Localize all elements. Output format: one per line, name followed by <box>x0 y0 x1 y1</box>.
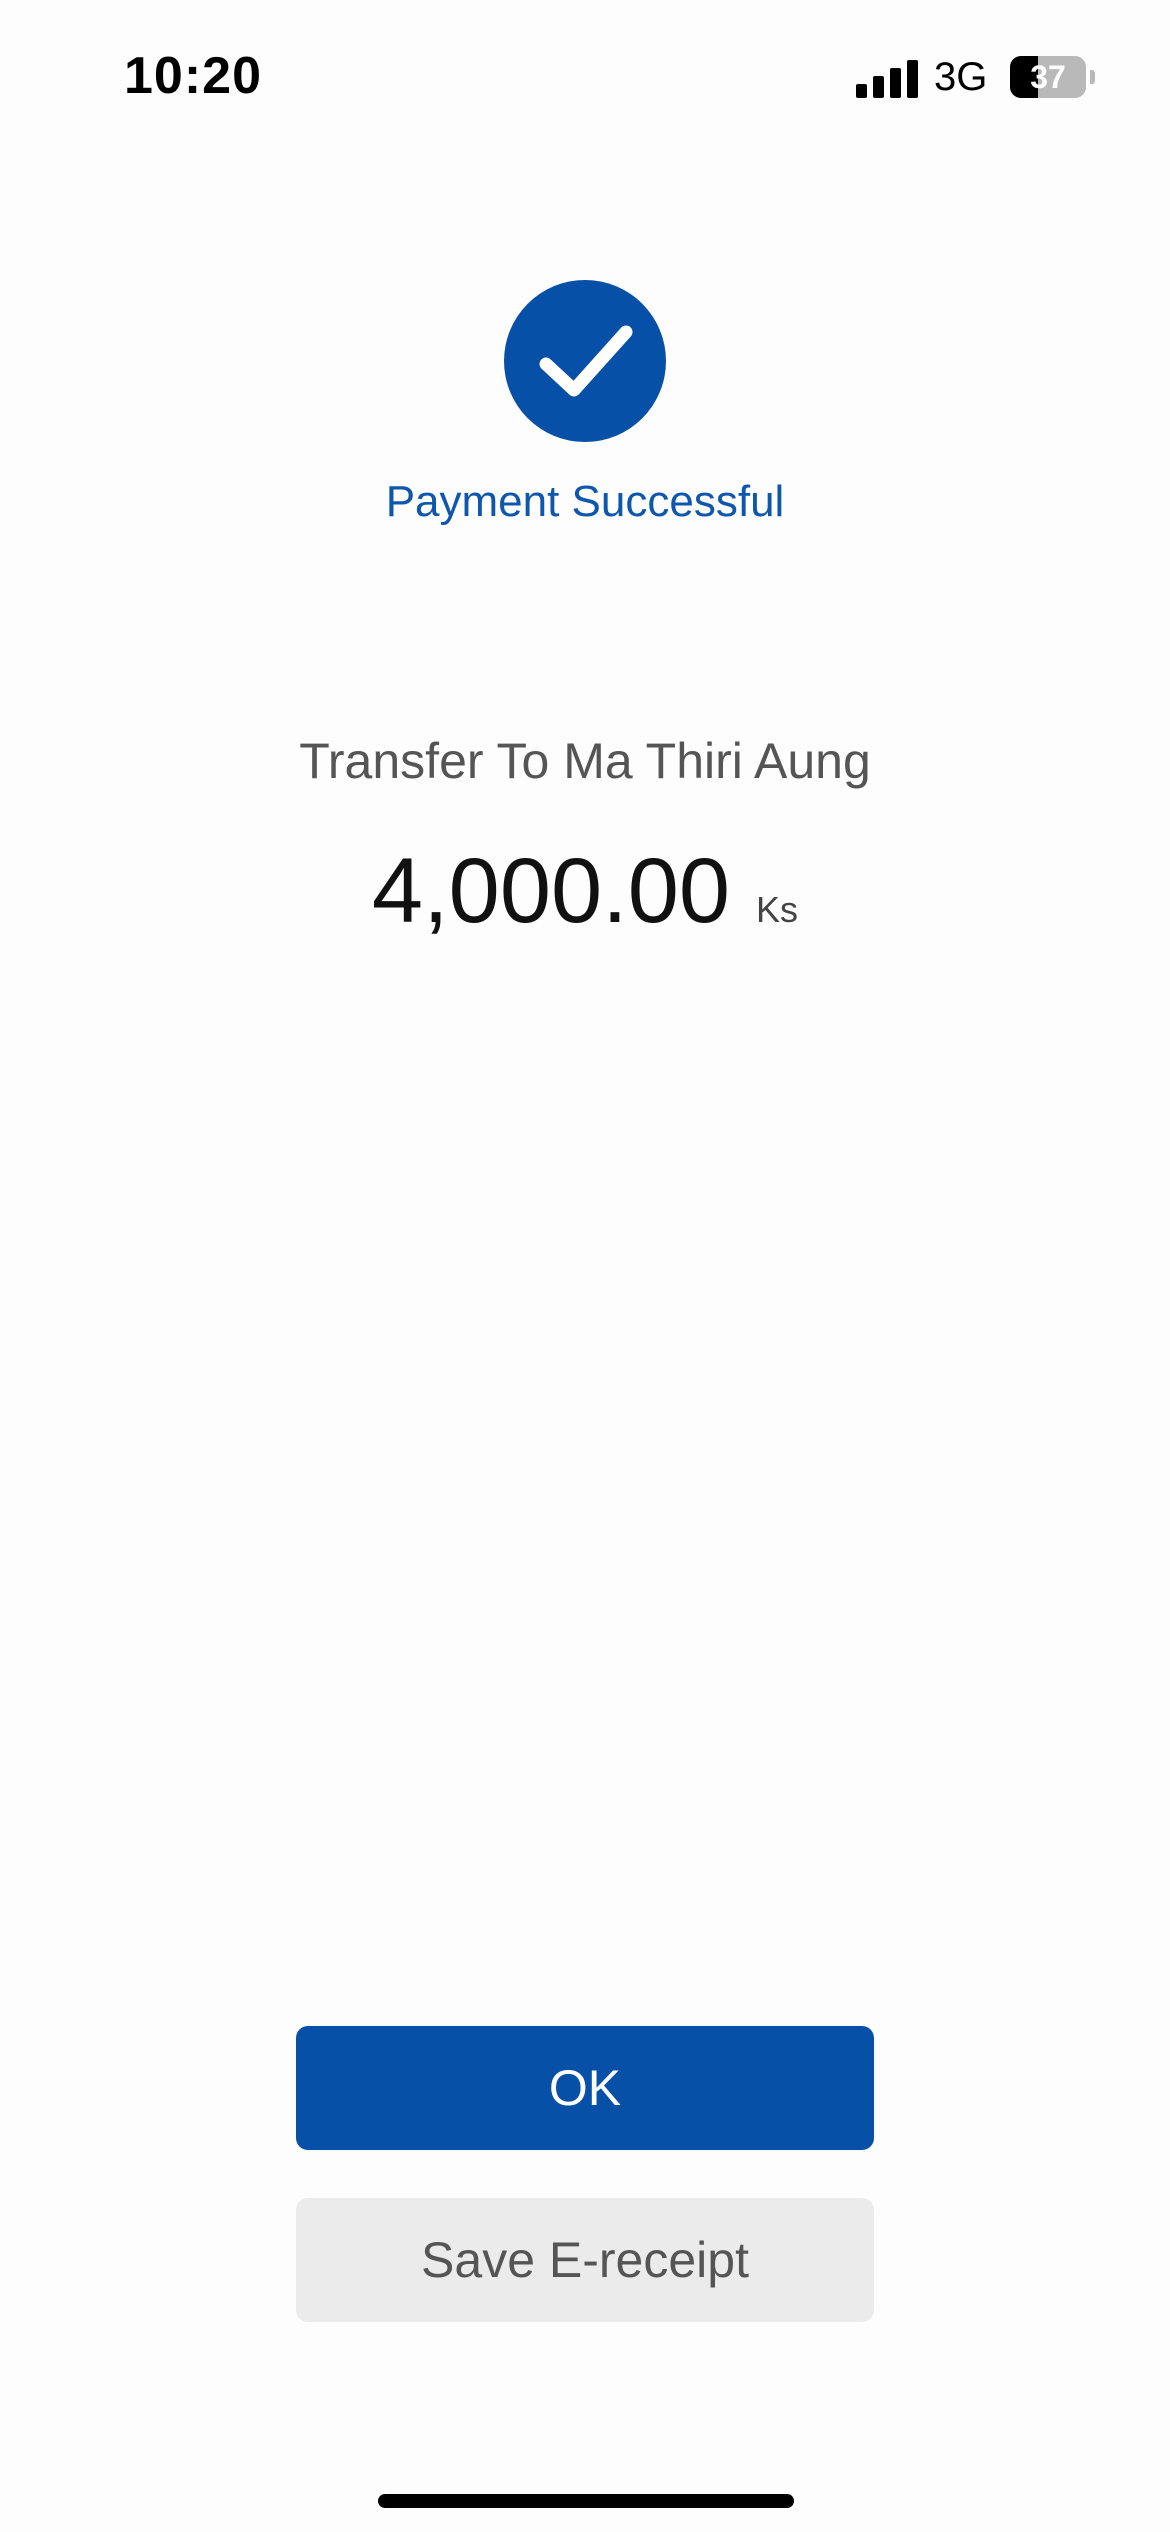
status-bar: 10:20 3G 37 <box>0 0 1170 160</box>
cellular-signal-icon <box>856 58 918 98</box>
network-type-label: 3G <box>934 55 988 99</box>
home-indicator[interactable] <box>378 2494 794 2508</box>
save-e-receipt-button[interactable]: Save E-receipt <box>296 2198 874 2322</box>
transfer-recipient-label: Transfer To Ma Thiri Aung <box>299 733 871 789</box>
payment-success-screen: 10:20 3G 37 Payment Successful Transfer … <box>0 0 1170 2532</box>
status-time: 10:20 <box>124 47 262 105</box>
payment-status-title: Payment Successful <box>385 477 785 526</box>
amount-row: 4,000.00 Ks <box>0 836 1170 946</box>
battery-icon: 37 <box>1010 56 1095 98</box>
checkmark-icon <box>504 280 666 442</box>
transfer-amount: 4,000.00 <box>371 840 731 942</box>
currency-label: Ks <box>756 889 799 930</box>
battery-percentage: 37 <box>1030 59 1066 95</box>
ok-button[interactable]: OK <box>296 2026 874 2150</box>
